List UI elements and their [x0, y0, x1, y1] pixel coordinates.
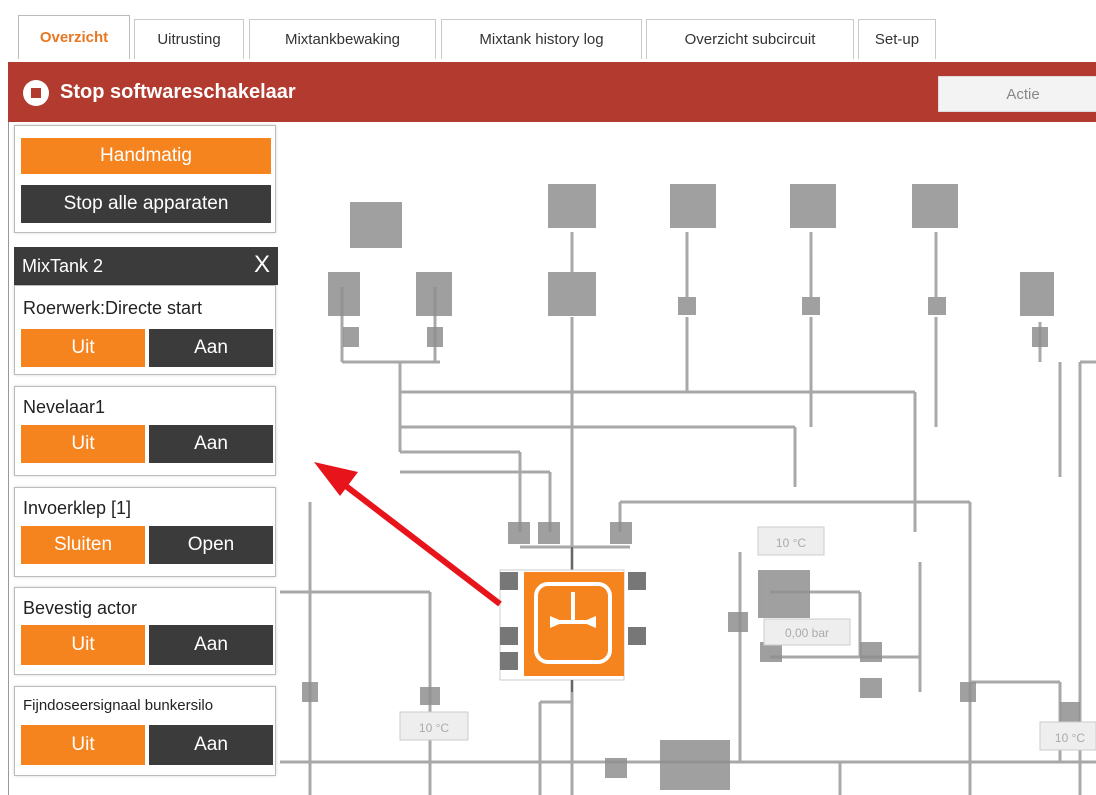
device-off-button[interactable]: Uit: [21, 625, 145, 665]
temperature-label-3: 10 °C: [1055, 731, 1085, 745]
tab-setup[interactable]: Set-up: [858, 19, 936, 59]
temperature-label-1: 10 °C: [776, 536, 806, 550]
device-name: Invoerklep [1]: [23, 498, 132, 518]
pressure-label: 0,00 bar: [785, 626, 829, 640]
device-panel-fijndoseersignaal: Fijndoseersignaal bunkersilo Uit Aan: [14, 686, 276, 776]
action-button[interactable]: Actie: [938, 76, 1096, 112]
tab-mixtankbewaking[interactable]: Mixtankbewaking: [249, 19, 436, 59]
content-border: [8, 122, 9, 795]
tab-mixtank-history-log[interactable]: Mixtank history log: [441, 19, 642, 59]
device-name: Nevelaar1: [23, 397, 106, 417]
stop-icon[interactable]: [23, 80, 49, 106]
device-panel-invoerklep: Invoerklep [1] Sluiten Open: [14, 487, 276, 577]
tab-uitrusting[interactable]: Uitrusting: [134, 19, 244, 59]
device-on-button[interactable]: Aan: [149, 625, 273, 665]
device-panel-nevelaar: Nevelaar1 Uit Aan: [14, 386, 276, 476]
tab-bar: Overzicht Uitrusting Mixtankbewaking Mix…: [0, 0, 1096, 62]
control-bar: Stop softwareschakelaar Actie: [8, 62, 1096, 122]
stop-all-devices-button[interactable]: Stop alle apparaten: [21, 185, 271, 223]
device-on-button[interactable]: Aan: [149, 725, 273, 765]
temperature-label-2: 10 °C: [419, 721, 449, 735]
device-name: Bevestig actor: [23, 598, 138, 618]
close-icon[interactable]: X: [254, 251, 270, 279]
tab-overzicht[interactable]: Overzicht: [18, 15, 130, 59]
device-name: Roerwerk:Directe start: [23, 298, 203, 318]
device-open-button[interactable]: Open: [149, 526, 273, 564]
device-off-button[interactable]: Uit: [21, 725, 145, 765]
tab-overzicht-subcircuit[interactable]: Overzicht subcircuit: [646, 19, 854, 59]
mixtank-symbol: [499, 547, 646, 692]
device-off-button[interactable]: Uit: [21, 425, 145, 463]
process-diagram: 10 °C 0,00 bar 10 °C 10 °C: [280, 184, 1096, 795]
mixtank-header: MixTank 2 X: [14, 247, 278, 285]
stop-software-switch[interactable]: Stop softwareschakelaar: [60, 81, 296, 104]
device-panel-bevestig-actor: Bevestig actor Uit Aan: [14, 587, 276, 675]
manual-mode-button[interactable]: Handmatig: [21, 138, 271, 174]
device-on-button[interactable]: Aan: [149, 425, 273, 463]
mixtank-title: MixTank 2: [22, 256, 104, 276]
device-name: Fijndoseersignaal bunkersilo: [23, 697, 214, 714]
mode-panel: Handmatig Stop alle apparaten: [14, 125, 276, 233]
device-close-button[interactable]: Sluiten: [21, 526, 145, 564]
device-off-button[interactable]: Uit: [21, 329, 145, 367]
annotation-arrow: [314, 462, 502, 607]
device-panel-roerwerk: Roerwerk:Directe start Uit Aan: [14, 285, 276, 375]
device-on-button[interactable]: Aan: [149, 329, 273, 367]
